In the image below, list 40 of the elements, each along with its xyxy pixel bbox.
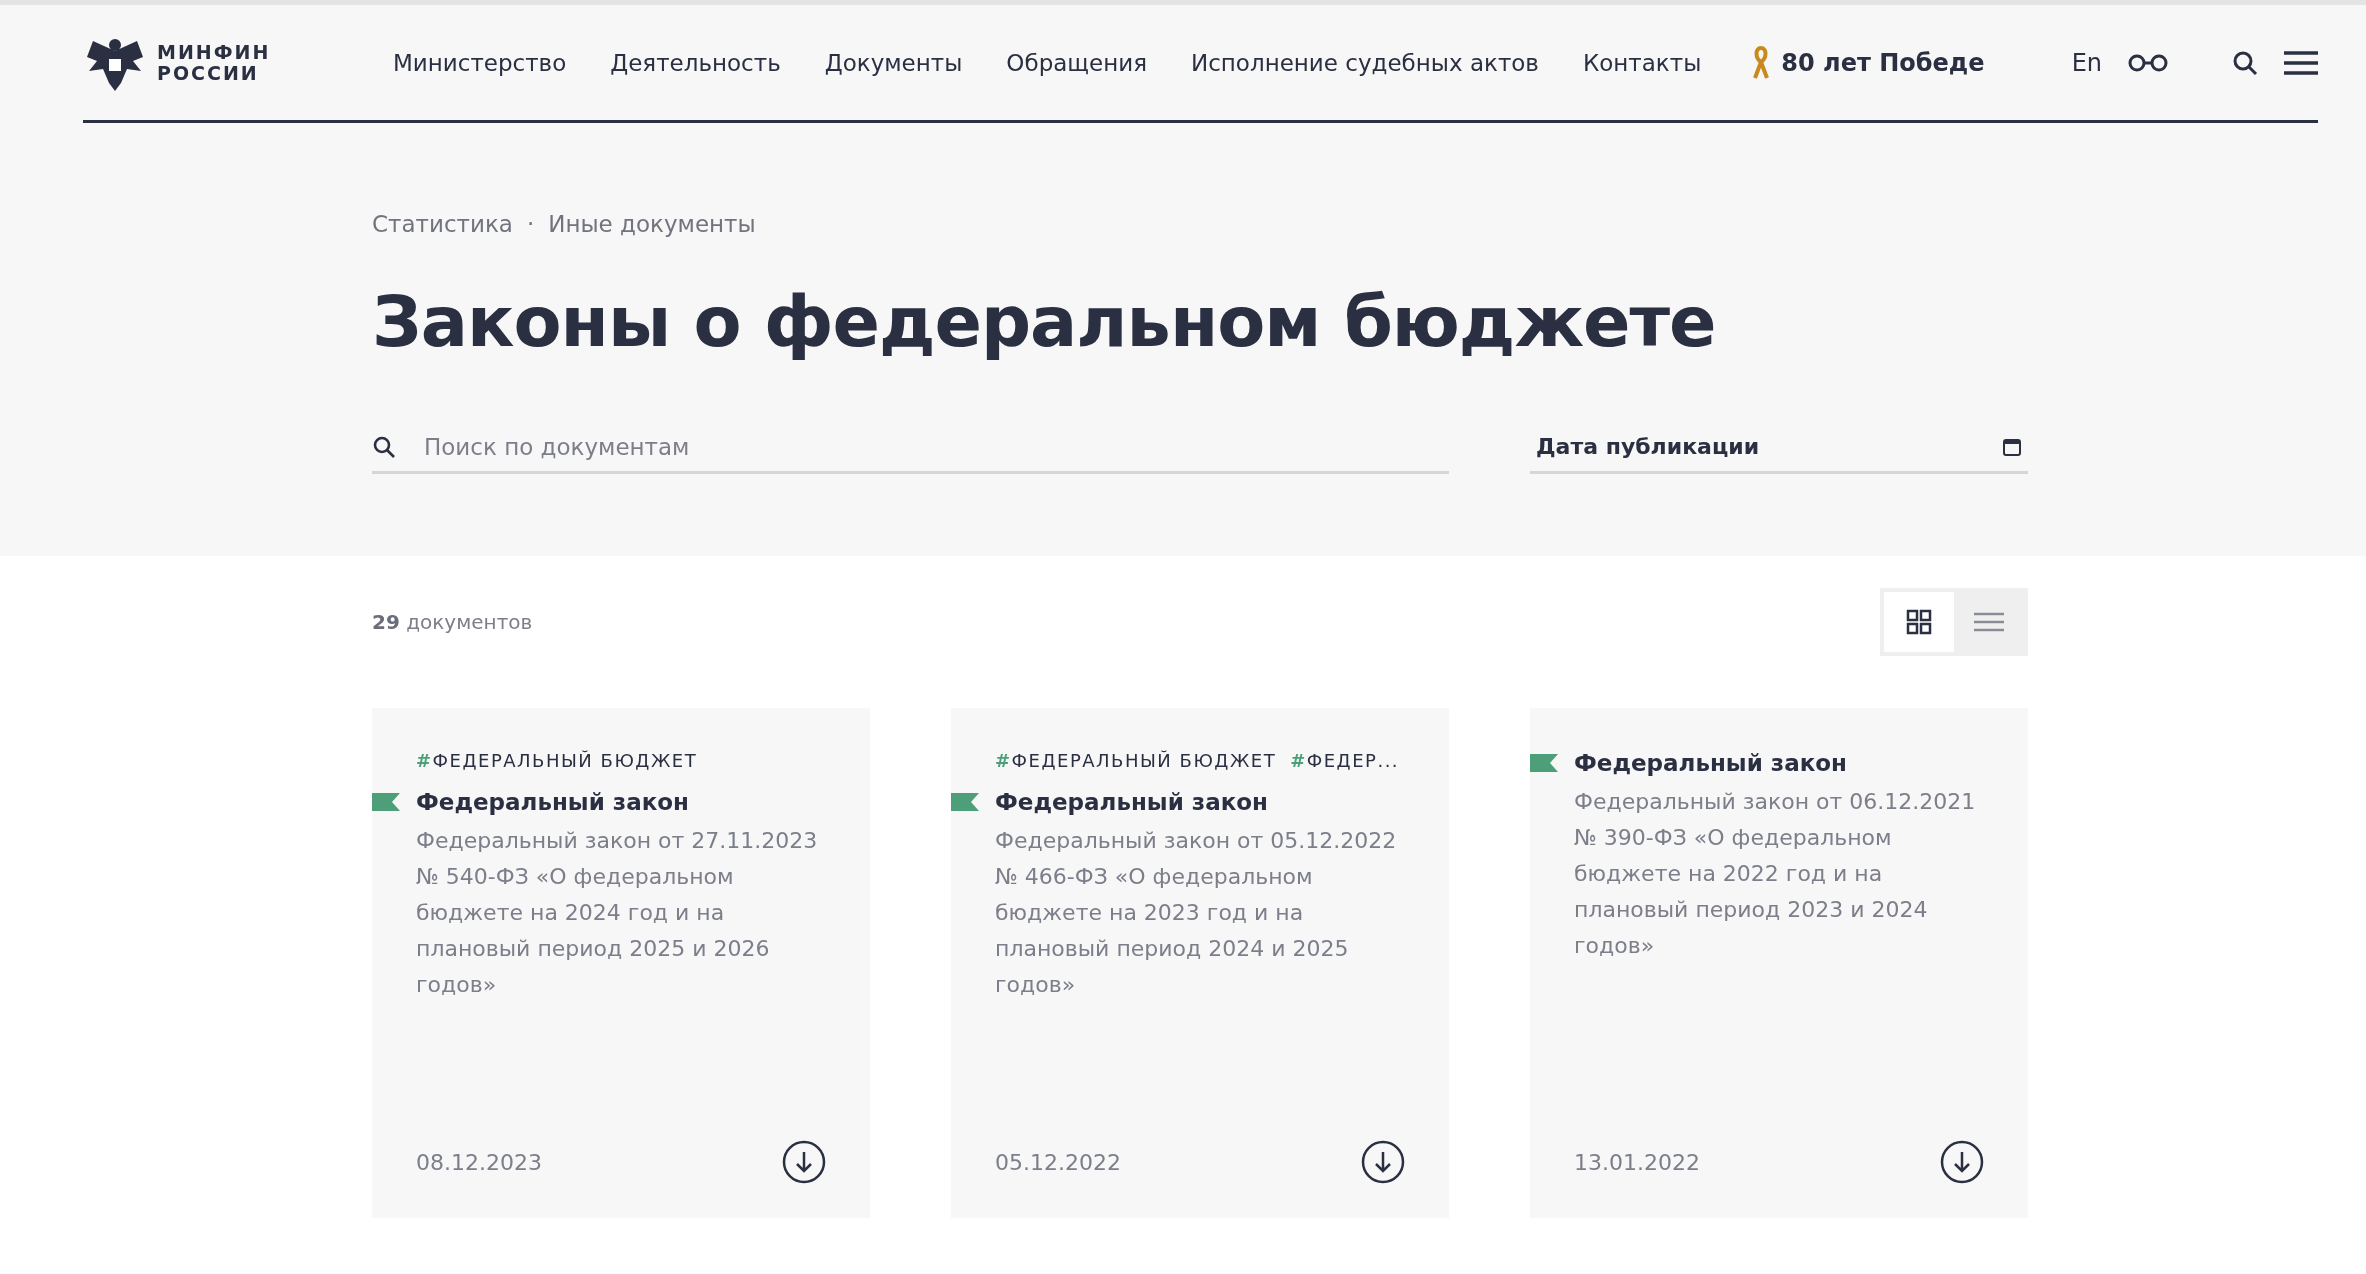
breadcrumb-link[interactable]: Иные документы [548,211,756,237]
tag-link[interactable]: #ФЕДЕРАЛЬНЫЙ БЮДЖЕТ [995,750,1277,771]
nav-link[interactable]: Деятельность [610,49,781,76]
publication-date: 13.01.2022 [1574,1149,1700,1175]
download-button[interactable] [1361,1140,1405,1184]
document-count: 29 документов [372,610,533,634]
page-title: Законы о федеральном бюджете [372,281,1717,363]
document-description: Федеральный закон от 06.12.2021 № 390-ФЗ «О федеральном бюджете на 2022 год и на плановый период 2023 и 2024 годов» [1573,788,1977,960]
ribbon-icon [1753,45,1770,80]
document-type-link[interactable]: Федеральный закон [416,789,689,815]
breadcrumb-link[interactable]: Статистика [372,211,513,237]
publication-date: 05.12.2022 [995,1149,1121,1175]
search-icon [372,435,396,459]
publication-date: 08.12.2023 [416,1149,542,1175]
language-link[interactable]: En [2071,48,2102,77]
victory-link[interactable]: 80 лет Победе [1753,45,1985,80]
grid-icon [1906,609,1932,635]
document-type-link[interactable]: Федеральный закон [1574,750,1847,776]
download-button[interactable] [782,1140,826,1184]
nav-link[interactable]: Обращения [1006,49,1147,76]
menu-button[interactable] [2284,49,2318,76]
nav-link[interactable]: Министерство [393,49,567,76]
breadcrumb-separator: · [526,211,535,237]
nav-link[interactable]: Контакты [1582,49,1702,76]
nav-link[interactable]: Исполнение судебных актов [1191,49,1539,76]
list-icon [1974,611,2004,633]
low-vision-button[interactable] [2128,52,2168,73]
date-picker[interactable]: Дата публикации [1530,433,2028,474]
tag-link[interactable]: #ФЕДЕР... [1290,750,1400,771]
site-logo[interactable]: МИНФИН РОССИИ [83,30,393,95]
nav-link[interactable]: Документы [824,49,963,76]
search-button[interactable] [2232,49,2258,76]
document-type-link[interactable]: Федеральный закон [995,789,1268,815]
document-description: Федеральный закон от 05.12.2022 № 466-ФЗ «О федеральном бюджете на 2023 год и на плановый период 2024 и 2025 годов» [994,827,1398,999]
document-description: Федеральный закон от 27.11.2023 № 540-ФЗ «О федеральном бюджете на 2024 год и на плановый период 2025 и 2026 годов» [415,827,819,999]
tag-link[interactable]: #ФЕДЕРАЛЬНЫЙ БЮДЖЕТ [416,750,698,771]
download-button[interactable] [1940,1140,1984,1184]
calendar-icon [2002,436,2022,457]
grid-view-button[interactable] [1884,592,1954,652]
search-field[interactable]: Поиск по документам [422,433,1449,461]
